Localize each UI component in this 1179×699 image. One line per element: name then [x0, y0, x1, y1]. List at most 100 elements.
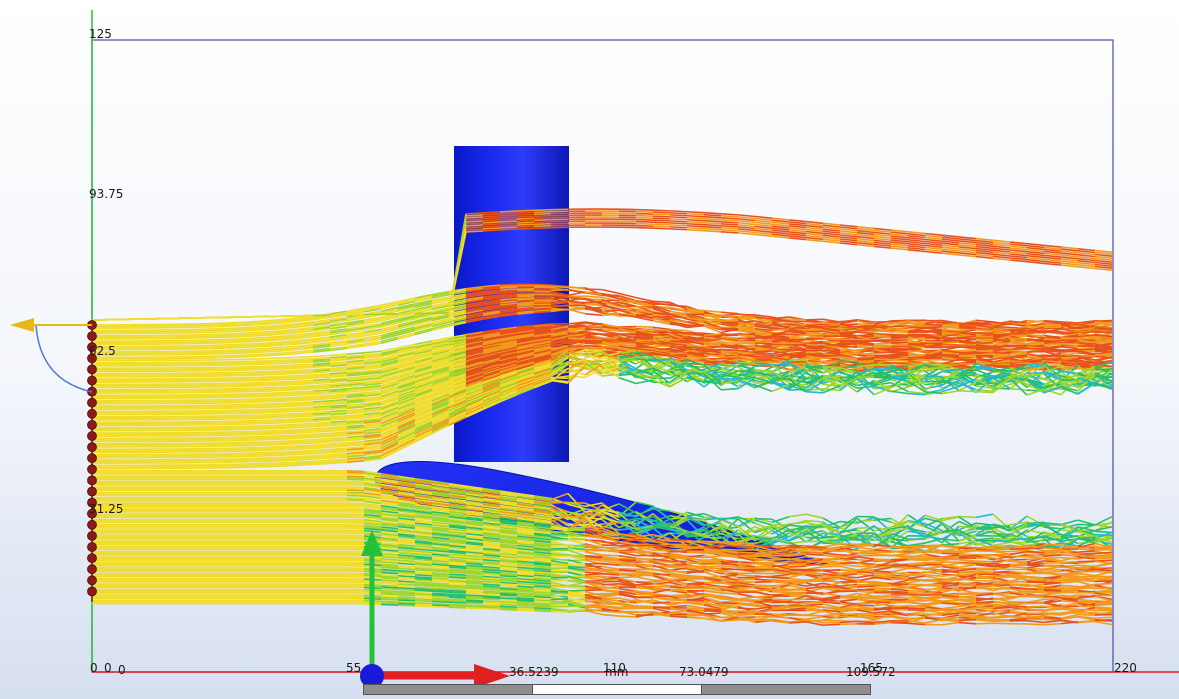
streamline-segment: [261, 368, 280, 371]
streamline-segment: [805, 331, 824, 335]
streamline-segment: [295, 420, 314, 424]
streamline-segment: [261, 357, 280, 360]
streamline-segment: [295, 438, 314, 442]
streamline-segment: [703, 350, 722, 353]
streamline-segment: [278, 434, 297, 437]
streamline-segment: [261, 348, 280, 352]
streamline-segment: [227, 337, 246, 341]
streamline-segment: [312, 434, 331, 437]
streamline-segment: [312, 423, 331, 426]
streamline-segment: [261, 420, 280, 423]
streamline-segment: [227, 344, 246, 348]
streamline-segment: [295, 462, 314, 465]
streamline-segment: [278, 448, 297, 451]
streamline-segment: [244, 345, 263, 349]
streamline-segment: [312, 417, 331, 421]
streamline-segment: [1077, 354, 1096, 358]
streamline-segment: [261, 350, 280, 353]
streamline-segment: [278, 389, 297, 392]
streamline-segment: [210, 344, 229, 347]
streamline-segment: [244, 355, 263, 358]
streamline-segment: [312, 354, 331, 358]
streamline-segment: [227, 328, 246, 331]
streamline-segment: [312, 444, 331, 448]
streamline-segment: [261, 378, 280, 382]
streamline-segment: [312, 437, 331, 441]
streamline-segment: [907, 322, 926, 325]
streamline-segment: [839, 319, 858, 323]
streamline-segment: [312, 459, 331, 463]
streamline-segment: [261, 416, 280, 420]
streamline-segment: [278, 450, 297, 453]
streamline-segment: [516, 299, 535, 303]
streamline-segment: [261, 341, 280, 345]
streamline-segment: [295, 444, 314, 447]
streamline-segment: [312, 410, 331, 414]
streamline-segment: [295, 417, 314, 420]
streamline-segment: [295, 435, 314, 438]
streamline-segment: [244, 351, 263, 354]
streamline-segment: [278, 463, 297, 466]
streamline-segment: [244, 340, 263, 343]
streamline-segment: [312, 432, 331, 436]
streamline-segment: [312, 392, 331, 396]
streamline-segment: [278, 430, 297, 433]
streamline-segment: [295, 418, 314, 422]
streamline-segment: [329, 353, 348, 357]
streamline-segment: [312, 455, 331, 459]
streamline-segment: [771, 333, 790, 337]
streamline-segment: [261, 393, 280, 396]
streamline-segment: [295, 425, 314, 429]
streamline-segment: [533, 286, 552, 289]
streamline-segment: [278, 399, 297, 403]
streamline-segment: [958, 326, 977, 330]
streamline-segment: [822, 349, 841, 353]
streamline-segment: [295, 393, 314, 397]
streamline-segment: [771, 339, 790, 342]
streamline-segment: [261, 452, 280, 456]
streamline-segment: [261, 418, 280, 422]
streamline-segment: [261, 425, 280, 429]
streamline-segment: [1043, 331, 1062, 334]
streamline-segment: [261, 445, 280, 449]
streamline-segment: [227, 335, 246, 338]
streamline-segment: [312, 448, 331, 452]
streamline-segment: [737, 334, 756, 337]
streamline-segment: [890, 330, 909, 334]
streamline-segment: [635, 325, 654, 329]
streamline-segment: [890, 390, 909, 395]
streamline-segment: [295, 381, 314, 384]
streamline-segment: [278, 378, 297, 381]
streamline-segment: [295, 442, 314, 445]
streamline-segment: [210, 347, 229, 350]
streamline-segment: [907, 326, 926, 329]
streamline-segment: [261, 424, 280, 427]
streamline-segment: [261, 435, 280, 438]
streamline-segment: [924, 339, 943, 342]
streamline-segment: [924, 321, 943, 324]
streamline-segment: [278, 398, 297, 401]
streamline-segment: [839, 360, 858, 363]
streamline-segment: [261, 415, 280, 418]
cfd-viewport[interactable]: 125 93.75 62.5 31.25 0 0 55 110 165 220 …: [0, 0, 1179, 699]
streamline-segment: [278, 412, 297, 416]
streamline-segment: [890, 339, 909, 342]
streamline-segment: [295, 391, 314, 395]
streamline-segment: [312, 396, 331, 399]
streamline-segment: [975, 513, 994, 519]
streamline-segment: [278, 403, 297, 406]
streamline-segment: [873, 368, 892, 371]
streamline-segment: [227, 354, 246, 357]
streamline-segment: [312, 362, 331, 365]
streamline-segment: [244, 329, 263, 332]
streamline-segment: [278, 402, 297, 405]
streamline-segment: [278, 459, 297, 462]
streamline-segment: [278, 432, 297, 435]
streamline-segment: [346, 352, 365, 356]
streamline-segment: [805, 365, 824, 368]
streamline-segment: [924, 380, 943, 383]
streamline-segment: [312, 430, 331, 433]
streamline-segment: [295, 398, 314, 402]
streamline-segment: [227, 346, 246, 349]
streamline-segment: [312, 390, 331, 394]
